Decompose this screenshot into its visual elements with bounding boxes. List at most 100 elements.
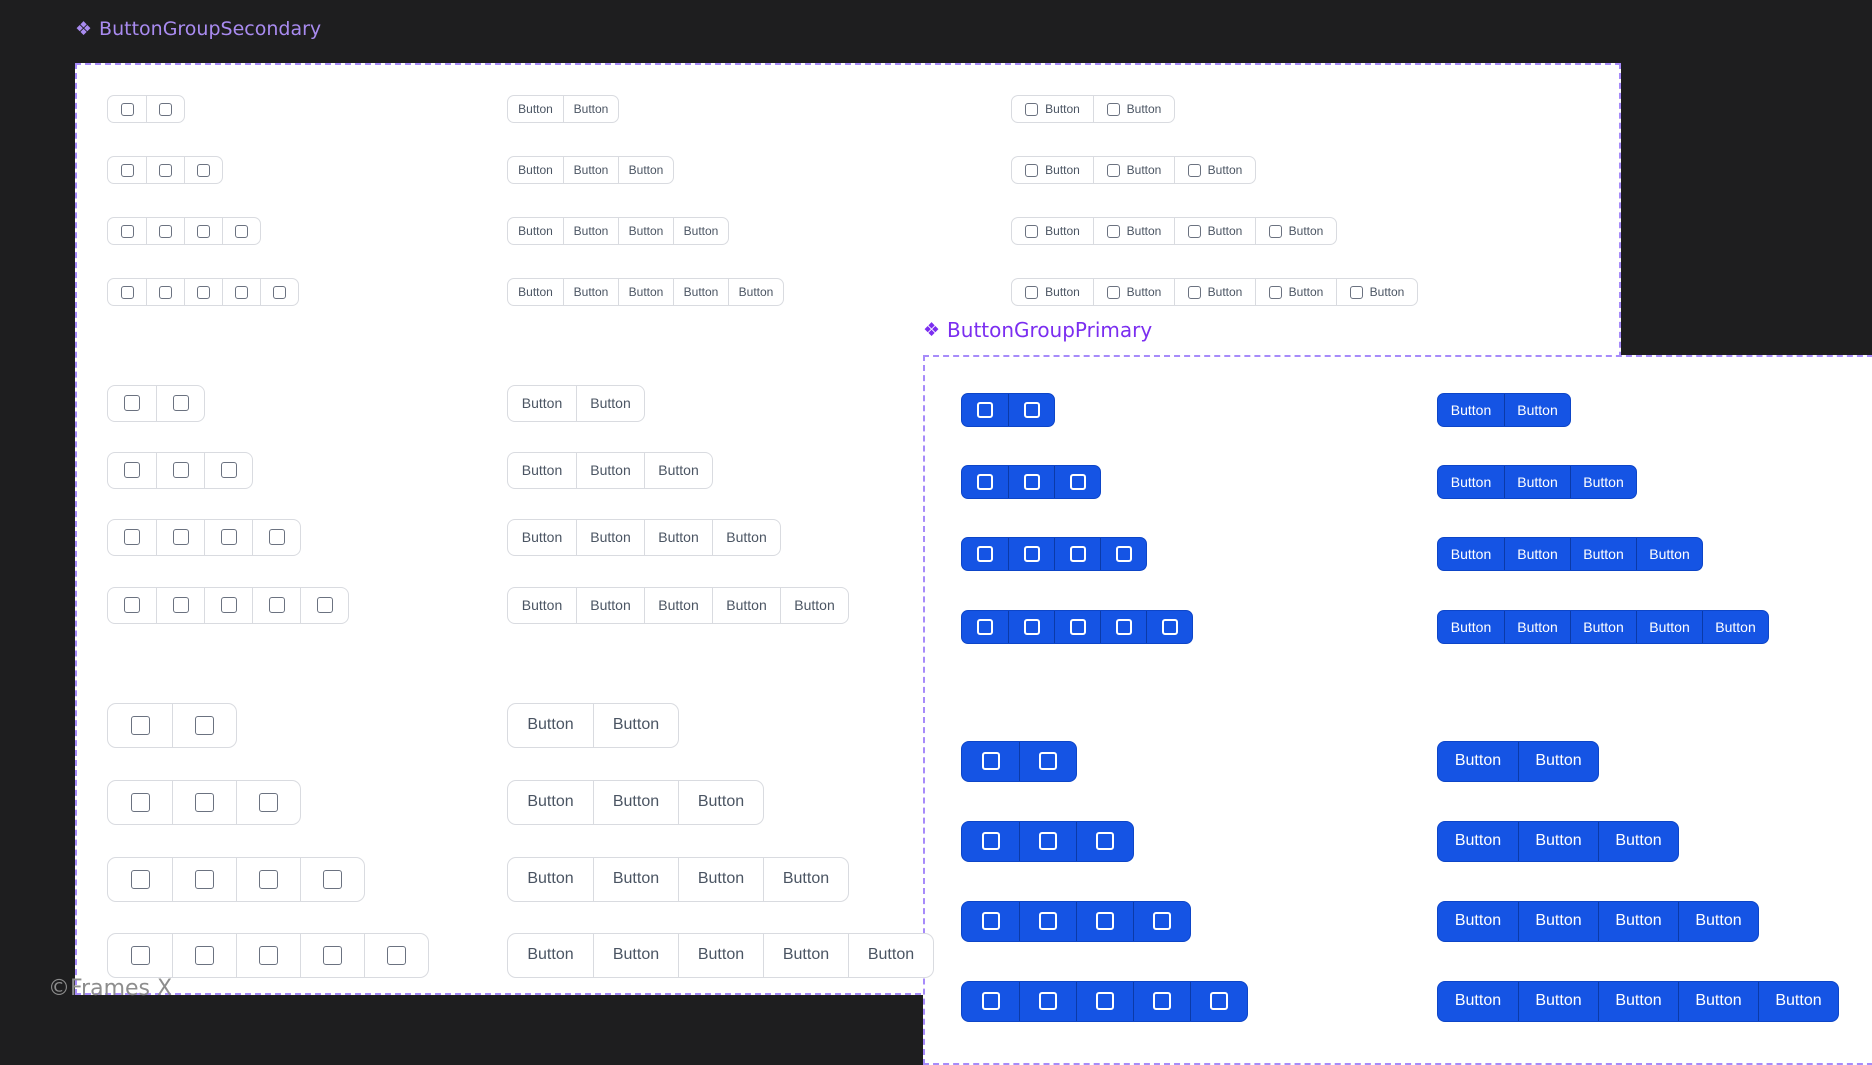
icon-button[interactable] [1008,466,1054,498]
icon-text-button[interactable]: Button [1093,279,1174,305]
text-button[interactable]: Button [1438,466,1504,498]
text-button[interactable]: Button [1438,394,1504,426]
text-button[interactable]: Button [1518,901,1598,941]
icon-button[interactable] [300,857,364,901]
text-button[interactable]: Button [1518,981,1598,1021]
icon-button[interactable] [1076,821,1133,861]
icon-button[interactable] [204,452,252,488]
text-button[interactable]: Button [1570,466,1636,498]
text-button[interactable]: Button [1438,611,1504,643]
icon-button[interactable] [252,519,300,555]
text-button[interactable]: Button [1598,981,1678,1021]
icon-button[interactable] [1019,741,1076,781]
icon-button[interactable] [1019,901,1076,941]
icon-button[interactable] [236,780,300,824]
icon-button[interactable] [1133,901,1190,941]
text-button[interactable]: Button [1636,611,1702,643]
icon-button[interactable] [108,704,172,747]
icon-button[interactable] [146,279,184,305]
icon-text-button[interactable]: Button [1255,279,1336,305]
text-button[interactable]: Button [728,279,783,305]
text-button[interactable]: Button [678,857,763,901]
icon-button[interactable] [1100,538,1146,570]
text-button[interactable]: Button [593,780,678,824]
icon-button[interactable] [108,386,156,421]
text-button[interactable]: Button [576,519,644,555]
text-button[interactable]: Button [763,933,848,977]
text-button[interactable]: Button [1438,538,1504,570]
icon-button[interactable] [108,781,172,824]
icon-button[interactable] [236,933,300,977]
text-button[interactable]: Button [1438,742,1518,781]
icon-button[interactable] [962,742,1019,781]
text-button[interactable]: Button [1636,538,1702,570]
icon-button[interactable] [962,822,1019,861]
text-button[interactable]: Button [563,157,618,183]
icon-button[interactable] [1008,611,1054,643]
text-button[interactable]: Button [563,279,618,305]
icon-button[interactable] [222,279,260,305]
text-button[interactable]: Button [1438,982,1518,1021]
text-button[interactable]: Button [763,857,848,901]
text-button[interactable]: Button [508,588,576,623]
text-button[interactable]: Button [1702,611,1768,643]
text-button[interactable]: Button [593,857,678,901]
icon-button[interactable] [1054,611,1100,643]
text-button[interactable]: Button [618,157,673,183]
icon-button[interactable] [184,157,222,183]
text-button[interactable]: Button [508,96,563,122]
text-button[interactable]: Button [576,587,644,623]
text-button[interactable]: Button [678,780,763,824]
text-button[interactable]: Button [508,157,563,183]
icon-button[interactable] [962,394,1008,426]
text-button[interactable]: Button [1518,821,1598,861]
text-button[interactable]: Button [644,587,712,623]
icon-text-button[interactable]: Button [1336,279,1417,305]
icon-button[interactable] [172,703,236,747]
text-button[interactable]: Button [508,704,593,747]
icon-text-button[interactable]: Button [1012,96,1093,122]
text-button[interactable]: Button [508,218,563,244]
text-button[interactable]: Button [508,858,593,901]
icon-button[interactable] [146,96,184,122]
icon-button[interactable] [962,538,1008,570]
icon-text-button[interactable]: Button [1255,218,1336,244]
text-button[interactable]: Button [780,587,848,623]
icon-text-button[interactable]: Button [1012,279,1093,305]
icon-button[interactable] [1146,611,1192,643]
icon-button[interactable] [184,218,222,244]
icon-button[interactable] [204,587,252,623]
icon-button[interactable] [108,279,146,305]
icon-button[interactable] [962,982,1019,1021]
text-button[interactable]: Button [712,587,780,623]
icon-button[interactable] [260,279,298,305]
icon-button[interactable] [146,218,184,244]
icon-button[interactable] [146,157,184,183]
icon-text-button[interactable]: Button [1012,218,1093,244]
icon-button[interactable] [108,157,146,183]
icon-button[interactable] [108,858,172,901]
text-button[interactable]: Button [1598,901,1678,941]
text-button[interactable]: Button [1518,741,1598,781]
text-button[interactable]: Button [1438,902,1518,941]
icon-text-button[interactable]: Button [1174,279,1255,305]
text-button[interactable]: Button [673,279,728,305]
icon-button[interactable] [1100,611,1146,643]
icon-text-button[interactable]: Button [1093,218,1174,244]
text-button[interactable]: Button [673,218,728,244]
text-button[interactable]: Button [593,933,678,977]
icon-button[interactable] [1019,821,1076,861]
icon-button[interactable] [300,587,348,623]
text-button[interactable]: Button [712,519,780,555]
icon-button[interactable] [172,780,236,824]
text-button[interactable]: Button [563,218,618,244]
icon-button[interactable] [172,857,236,901]
text-button[interactable]: Button [1438,822,1518,861]
icon-button[interactable] [1008,538,1054,570]
icon-text-button[interactable]: Button [1174,157,1255,183]
icon-button[interactable] [108,218,146,244]
icon-button[interactable] [156,385,204,421]
icon-text-button[interactable]: Button [1174,218,1255,244]
icon-button[interactable] [222,218,260,244]
icon-button[interactable] [1019,981,1076,1021]
